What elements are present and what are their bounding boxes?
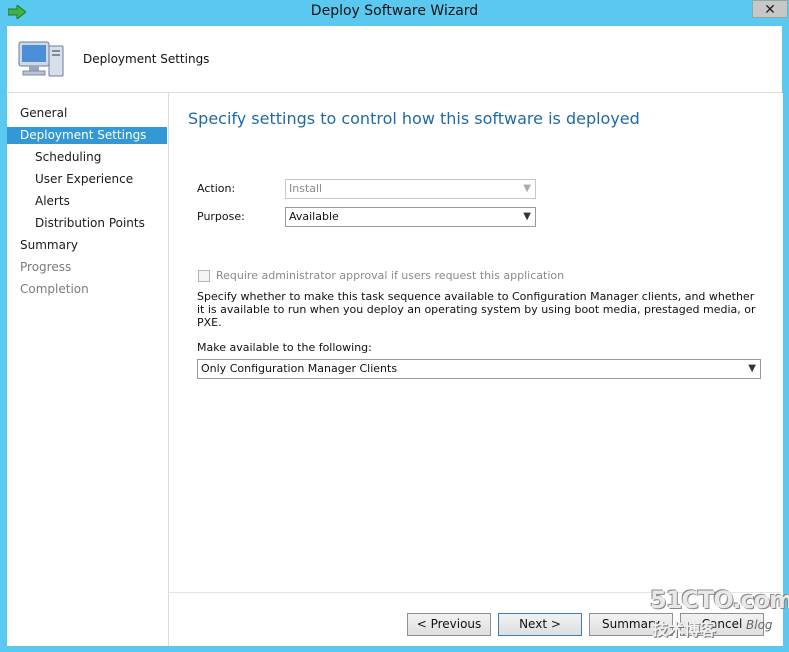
- header-title: Deployment Settings: [83, 52, 210, 66]
- description-text: Specify whether to make this task sequen…: [197, 290, 756, 329]
- title-bar: Deploy Software Wizard ✕: [0, 0, 789, 26]
- chevron-down-icon: ▼: [748, 363, 756, 374]
- page-heading: Specify settings to control how this sof…: [188, 109, 640, 128]
- chevron-down-icon: ▼: [523, 211, 531, 222]
- chevron-down-icon: ▼: [523, 183, 531, 194]
- make-available-select[interactable]: Only Configuration Manager Clients ▼: [197, 359, 761, 379]
- computer-icon: [18, 41, 64, 77]
- nav-item-user-experience[interactable]: User Experience: [7, 171, 167, 188]
- nav-item-alerts[interactable]: Alerts: [7, 193, 167, 210]
- window-title: Deploy Software Wizard: [310, 3, 479, 19]
- make-available-select-value: Only Configuration Manager Clients: [201, 362, 398, 375]
- wizard-header: Deployment Settings: [7, 26, 782, 93]
- approval-checkbox: [198, 270, 210, 282]
- nav-item-general[interactable]: General: [7, 105, 167, 122]
- nav-item-summary[interactable]: Summary: [7, 237, 167, 254]
- approval-checkbox-label: Require administrator approval if users …: [216, 269, 565, 282]
- watermark-cn: 技术博客: [652, 620, 717, 639]
- wizard-window: Deployment Settings General Deployment S…: [7, 26, 783, 646]
- next-button[interactable]: Next >: [498, 613, 582, 636]
- nav-item-distribution-points[interactable]: Distribution Points: [7, 215, 167, 232]
- action-label: Action:: [197, 182, 236, 195]
- action-select-value: Install: [289, 182, 323, 195]
- watermark: 51CTO.com 技术博客 Blog: [650, 586, 789, 644]
- nav-item-completion: Completion: [20, 282, 89, 296]
- make-available-label: Make available to the following:: [197, 341, 372, 354]
- wizard-nav: General Deployment Settings Scheduling U…: [7, 93, 167, 646]
- purpose-select[interactable]: Available ▼: [285, 207, 536, 227]
- purpose-label: Purpose:: [197, 210, 245, 223]
- nav-item-scheduling[interactable]: Scheduling: [7, 149, 167, 166]
- close-button[interactable]: ✕: [752, 0, 788, 18]
- watermark-site: 51CTO.com: [650, 586, 789, 614]
- nav-item-deployment-settings[interactable]: Deployment Settings: [7, 127, 167, 144]
- action-select: Install ▼: [285, 179, 536, 199]
- previous-button[interactable]: < Previous: [407, 613, 491, 636]
- nav-item-progress: Progress: [20, 260, 72, 274]
- purpose-select-value: Available: [289, 210, 339, 223]
- wizard-content: Specify settings to control how this sof…: [168, 93, 783, 646]
- watermark-blog: Blog: [746, 618, 773, 632]
